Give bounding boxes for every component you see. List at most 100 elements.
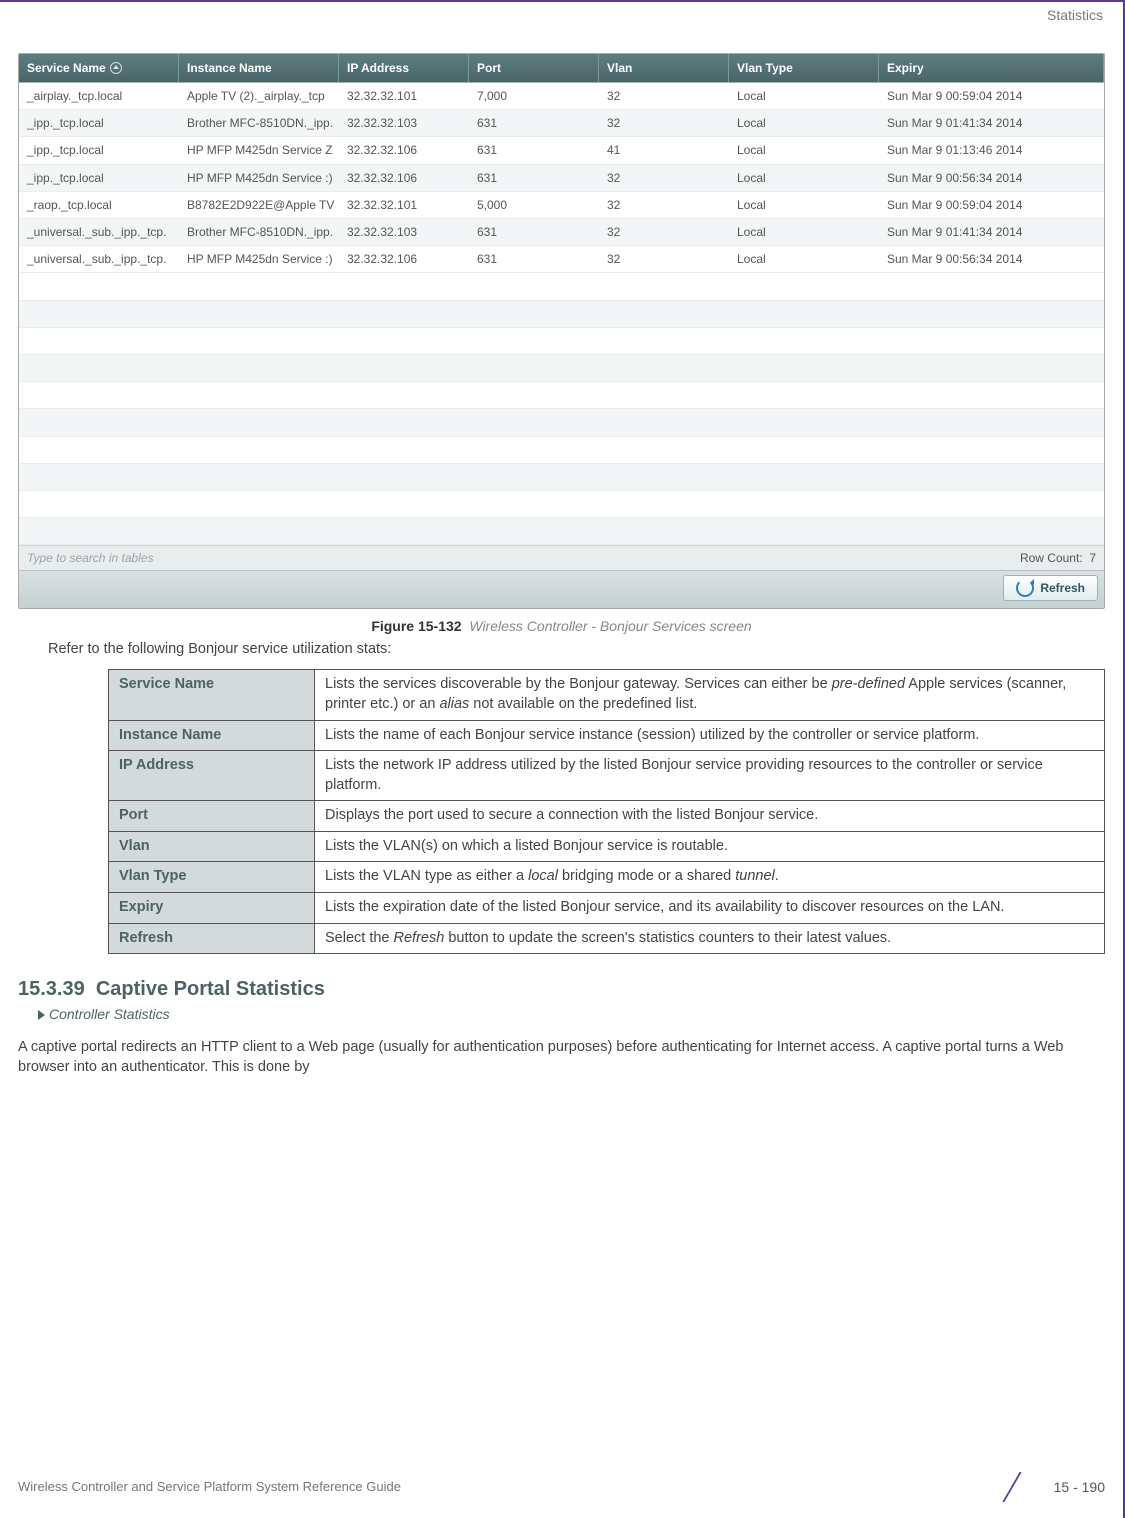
definition-term: Expiry <box>109 892 315 923</box>
figure-title: Wireless Controller - Bonjour Services s… <box>469 618 751 634</box>
page-section-label: Statistics <box>18 6 1105 25</box>
section-title: Captive Portal Statistics <box>96 978 325 1000</box>
table-row-empty <box>19 328 1104 355</box>
definition-desc: Lists the expiration date of the listed … <box>315 892 1105 923</box>
col-header-label: Service Name <box>27 60 106 76</box>
cell-vlan: 32 <box>599 246 729 272</box>
cell-vlan: 32 <box>599 110 729 136</box>
definition-desc: Lists the VLAN type as either a local br… <box>315 862 1105 893</box>
cell-port: 631 <box>469 246 599 272</box>
section-number: 15.3.39 <box>18 978 85 1000</box>
cell-ip: 32.32.32.103 <box>339 110 469 136</box>
breadcrumb-arrow-icon <box>38 1010 45 1020</box>
cell-in: B8782E2D922E@Apple TV <box>179 192 339 218</box>
cell-sn: _ipp._tcp.local <box>19 165 179 191</box>
cell-sn: _raop._tcp.local <box>19 192 179 218</box>
cell-port: 5,000 <box>469 192 599 218</box>
cell-in: Apple TV (2)._airplay._tcp <box>179 83 339 109</box>
table-row-empty <box>19 355 1104 382</box>
table-row-empty <box>19 273 1104 300</box>
definition-row: VlanLists the VLAN(s) on which a listed … <box>109 831 1105 862</box>
cell-vt: Local <box>729 83 879 109</box>
grid-header: Service Name Instance Name IP Address Po… <box>19 54 1104 83</box>
cell-port: 631 <box>469 110 599 136</box>
refresh-icon <box>1016 579 1034 597</box>
definition-desc: Lists the VLAN(s) on which a listed Bonj… <box>315 831 1105 862</box>
cell-vt: Local <box>729 165 879 191</box>
col-header-vlan-type[interactable]: Vlan Type <box>729 54 879 82</box>
col-header-service-name[interactable]: Service Name <box>19 54 179 82</box>
definition-term: Service Name <box>109 670 315 720</box>
row-count-label: Row Count: <box>1020 551 1083 565</box>
table-row[interactable]: _ipp._tcp.localBrother MFC-8510DN._ipp.3… <box>19 110 1104 137</box>
cell-sn: _ipp._tcp.local <box>19 110 179 136</box>
footer-page-number: 15 - 190 <box>1054 1478 1105 1497</box>
col-header-port[interactable]: Port <box>469 54 599 82</box>
cell-ex: Sun Mar 9 00:59:04 2014 <box>879 192 1104 218</box>
cell-ip: 32.32.32.106 <box>339 165 469 191</box>
cell-port: 631 <box>469 137 599 163</box>
cell-port: 631 <box>469 165 599 191</box>
footer-guide-name: Wireless Controller and Service Platform… <box>18 1478 401 1496</box>
table-row[interactable]: _airplay._tcp.localApple TV (2)._airplay… <box>19 83 1104 110</box>
definition-desc: Select the Refresh button to update the … <box>315 923 1105 954</box>
col-header-instance-name[interactable]: Instance Name <box>179 54 339 82</box>
cell-in: HP MFP M425dn Service :) <box>179 246 339 272</box>
cell-in: Brother MFC-8510DN._ipp. <box>179 110 339 136</box>
cell-ex: Sun Mar 9 01:13:46 2014 <box>879 137 1104 163</box>
cell-vlan: 32 <box>599 165 729 191</box>
definition-term: IP Address <box>109 751 315 801</box>
refresh-button[interactable]: Refresh <box>1003 575 1098 601</box>
page-footer: Wireless Controller and Service Platform… <box>18 1474 1105 1500</box>
definition-row: RefreshSelect the Refresh button to upda… <box>109 923 1105 954</box>
definition-row: IP AddressLists the network IP address u… <box>109 751 1105 801</box>
cell-vlan: 41 <box>599 137 729 163</box>
grid-body: _airplay._tcp.localApple TV (2)._airplay… <box>19 83 1104 545</box>
definition-row: ExpiryLists the expiration date of the l… <box>109 892 1105 923</box>
cell-port: 7,000 <box>469 83 599 109</box>
cell-port: 631 <box>469 219 599 245</box>
intro-text: Refer to the following Bonjour service u… <box>48 640 1105 660</box>
section-heading: 15.3.39 Captive Portal Statistics <box>18 976 1105 1003</box>
table-row[interactable]: _ipp._tcp.localHP MFP M425dn Service :)3… <box>19 165 1104 192</box>
table-row[interactable]: _universal._sub._ipp._tcp.HP MFP M425dn … <box>19 246 1104 273</box>
footer-divider-icon <box>986 1474 1046 1500</box>
refresh-bar: Refresh <box>19 570 1104 608</box>
definition-term: Vlan Type <box>109 862 315 893</box>
row-count-value: 7 <box>1089 551 1096 565</box>
table-row-empty <box>19 301 1104 328</box>
sort-asc-icon <box>110 62 122 74</box>
col-header-ip-address[interactable]: IP Address <box>339 54 469 82</box>
cell-vt: Local <box>729 246 879 272</box>
cell-vt: Local <box>729 219 879 245</box>
definition-term: Vlan <box>109 831 315 862</box>
cell-ex: Sun Mar 9 01:41:34 2014 <box>879 110 1104 136</box>
row-count: Row Count: 7 <box>1020 550 1096 566</box>
cell-vlan: 32 <box>599 83 729 109</box>
definition-row: Instance NameLists the name of each Bonj… <box>109 720 1105 751</box>
cell-ip: 32.32.32.101 <box>339 192 469 218</box>
definition-row: Vlan TypeLists the VLAN type as either a… <box>109 862 1105 893</box>
cell-in: HP MFP M425dn Service Z <box>179 137 339 163</box>
table-row[interactable]: _ipp._tcp.localHP MFP M425dn Service Z32… <box>19 137 1104 164</box>
table-search-input[interactable]: Type to search in tables <box>27 550 1020 566</box>
col-header-expiry[interactable]: Expiry <box>879 54 1104 82</box>
section-breadcrumb[interactable]: Controller Statistics <box>38 1005 1105 1024</box>
cell-vt: Local <box>729 137 879 163</box>
figure-caption: Figure 15-132 Wireless Controller - Bonj… <box>18 617 1105 636</box>
definition-term: Instance Name <box>109 720 315 751</box>
cell-ex: Sun Mar 9 00:56:34 2014 <box>879 165 1104 191</box>
cell-ip: 32.32.32.103 <box>339 219 469 245</box>
table-row-empty <box>19 409 1104 436</box>
cell-sn: _ipp._tcp.local <box>19 137 179 163</box>
cell-vt: Local <box>729 110 879 136</box>
cell-in: Brother MFC-8510DN._ipp. <box>179 219 339 245</box>
definition-term: Port <box>109 801 315 832</box>
table-row-empty <box>19 518 1104 545</box>
table-row[interactable]: _universal._sub._ipp._tcp.Brother MFC-85… <box>19 219 1104 246</box>
cell-sn: _universal._sub._ipp._tcp. <box>19 219 179 245</box>
cell-ex: Sun Mar 9 00:56:34 2014 <box>879 246 1104 272</box>
col-header-vlan[interactable]: Vlan <box>599 54 729 82</box>
definition-desc: Lists the network IP address utilized by… <box>315 751 1105 801</box>
table-row[interactable]: _raop._tcp.localB8782E2D922E@Apple TV32.… <box>19 192 1104 219</box>
